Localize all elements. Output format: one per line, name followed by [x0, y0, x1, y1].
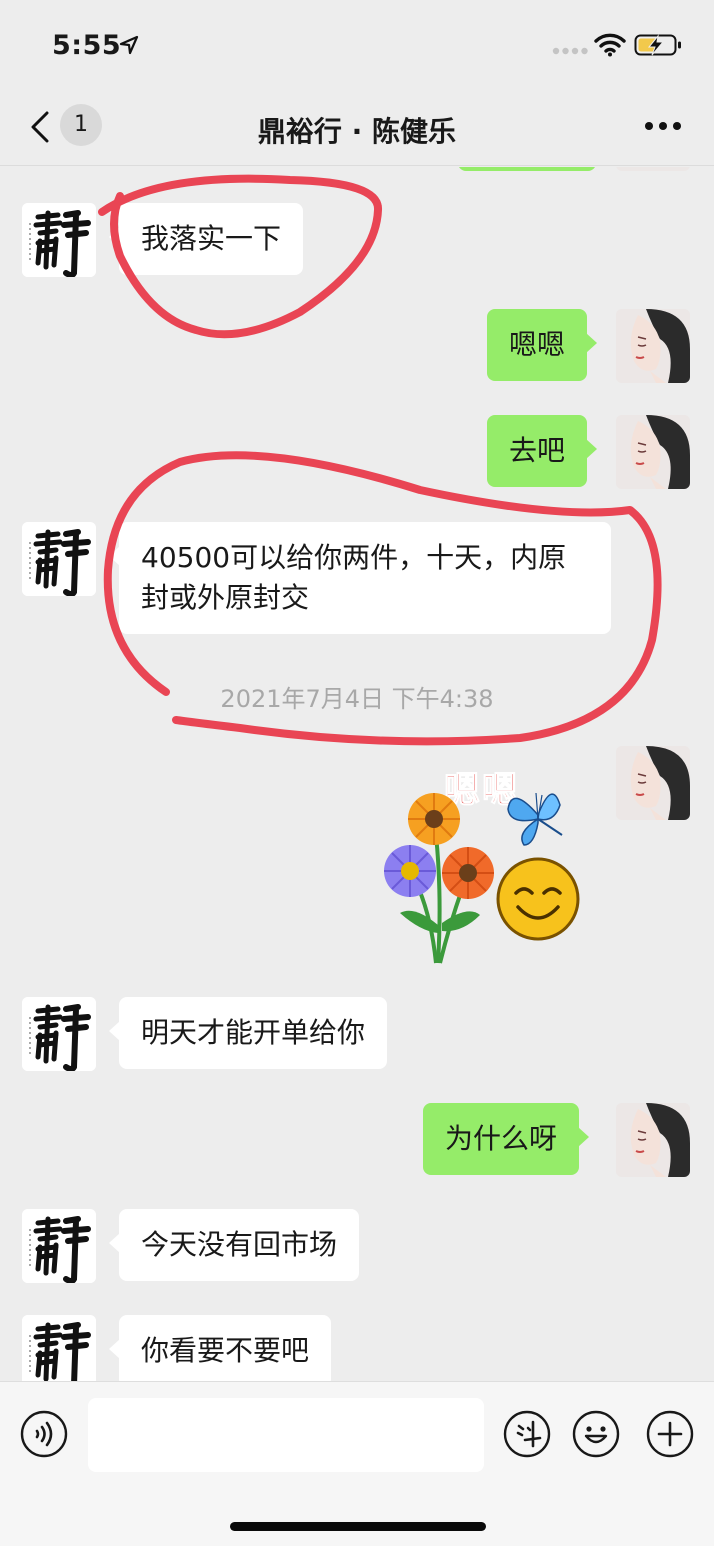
chat-title: 鼎裕行 · 陈健乐 [257, 115, 457, 148]
sticker-message[interactable]: 嗯嗯 [376, 755, 586, 965]
location-arrow-icon [119, 35, 139, 55]
portrait-avatar-icon [616, 415, 690, 489]
avatar[interactable] [22, 522, 96, 596]
message-bubble[interactable]: 你看要不要吧 [108, 1315, 332, 1381]
message-bubble[interactable]: 为什么呀 [423, 1103, 590, 1175]
portrait-avatar-icon [616, 746, 690, 820]
calligraphy-avatar-icon [22, 997, 96, 1071]
flower-sticker-icon [384, 792, 580, 964]
avatar[interactable] [616, 1103, 690, 1177]
message-bubble[interactable]: 40500可以给你两件，十天，内原封或外原封交 [109, 522, 611, 634]
avatar[interactable] [22, 1315, 96, 1381]
calligraphy-avatar-icon [22, 522, 96, 596]
portrait-avatar-icon [616, 1103, 690, 1177]
cellular-signal-icon [552, 47, 588, 55]
calligraphy-avatar-icon [22, 203, 96, 277]
message-bubble[interactable]: 今天没有回市场 [108, 1209, 360, 1281]
plus-icon[interactable] [646, 1410, 694, 1458]
avatar[interactable] [616, 415, 690, 489]
voice-icon[interactable] [20, 1410, 68, 1458]
more-icon[interactable] [644, 120, 682, 132]
portrait-avatar-icon [616, 309, 690, 383]
home-indicator[interactable] [230, 1522, 486, 1531]
message-bubble[interactable]: 去吧 [487, 415, 598, 487]
avatar[interactable] [22, 203, 96, 277]
wifi-icon [594, 33, 626, 57]
message-bubble-partial[interactable] [458, 167, 596, 171]
emoji-icon[interactable] [572, 1410, 620, 1458]
avatar[interactable] [616, 167, 690, 171]
chat-header: 1 鼎裕行 · 陈健乐 [0, 90, 714, 166]
message-list[interactable]: 我落实一下 嗯嗯 去吧 40500可以给你两件，十天，内原封或外原封交 2021… [0, 167, 714, 1381]
battery-charging-icon [634, 34, 681, 56]
status-time: 5:55 [52, 30, 122, 61]
message-bubble[interactable]: 嗯嗯 [487, 309, 598, 381]
message-input[interactable] [88, 1398, 484, 1472]
avatar[interactable] [22, 997, 96, 1071]
avatar[interactable] [616, 309, 690, 383]
avatar[interactable] [616, 746, 690, 820]
status-bar: 5:55 [0, 0, 714, 90]
avatar[interactable] [22, 1209, 96, 1283]
calligraphy-avatar-icon [22, 1209, 96, 1283]
message-bubble[interactable]: 明天才能开单给你 [108, 997, 388, 1069]
sticker-icon[interactable] [503, 1410, 551, 1458]
input-bar [0, 1381, 714, 1546]
timestamp: 2021年7月4日 下午4:38 [220, 685, 494, 713]
calligraphy-avatar-icon [22, 1315, 96, 1381]
message-bubble[interactable]: 我落实一下 [108, 203, 304, 275]
